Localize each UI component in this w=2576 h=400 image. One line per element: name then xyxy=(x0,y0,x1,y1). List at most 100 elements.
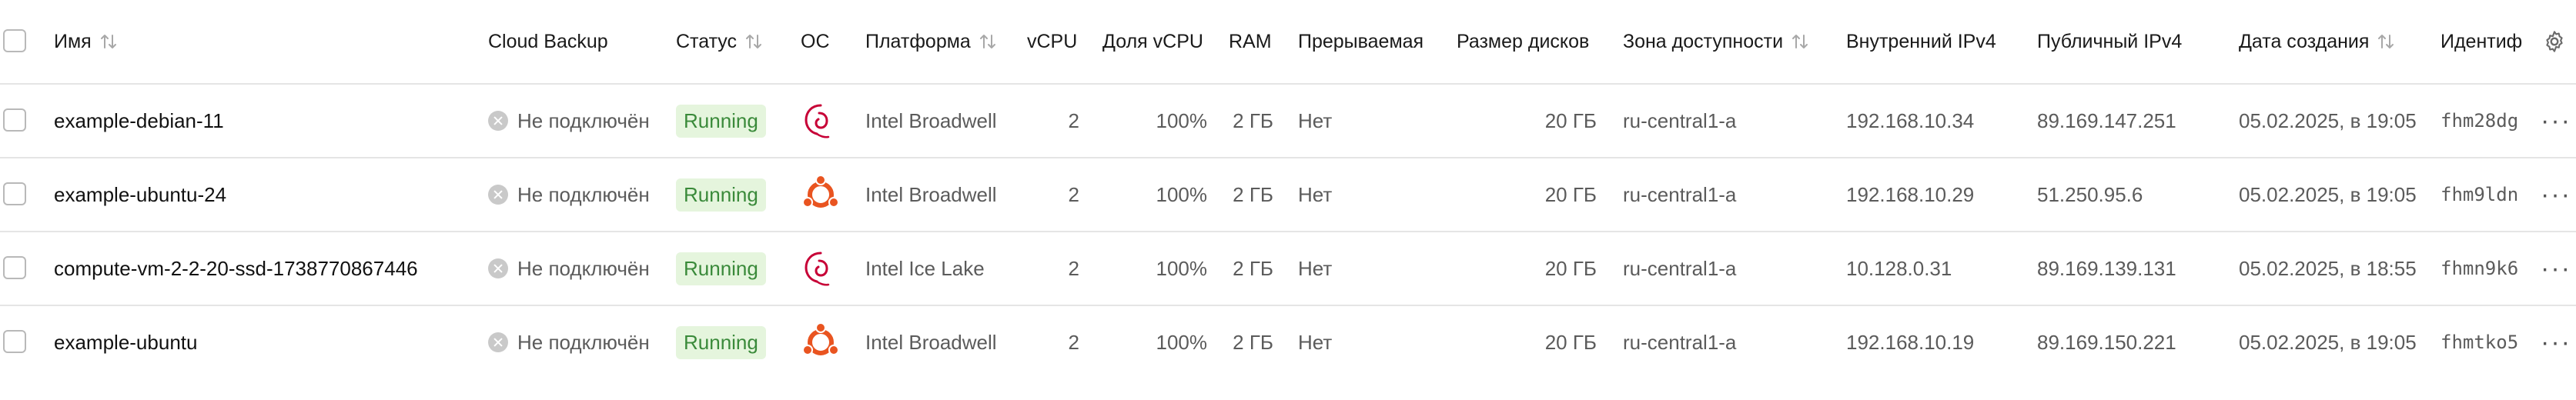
more-horizontal-icon[interactable]: ··· xyxy=(2541,232,2571,305)
table-row[interactable]: compute-vm-2-2-20-ssd-1738770867446 Не п… xyxy=(0,232,2576,306)
disk-size: 20 ГБ xyxy=(1544,108,1597,132)
ip-internal: 192.168.10.34 xyxy=(1846,108,1975,132)
vm-name[interactable]: example-ubuntu-24 xyxy=(54,158,226,231)
column-header-zone[interactable]: Зона доступности xyxy=(1623,0,1809,83)
ram: 2 ГБ xyxy=(1233,182,1273,206)
preemptible: Нет xyxy=(1298,330,1333,354)
status-cell: Running xyxy=(676,85,766,157)
column-header-label: Статус xyxy=(676,30,738,52)
row-checkbox[interactable] xyxy=(3,330,26,353)
backup-status-label: Не подключён xyxy=(517,256,650,280)
vm-id: fhm28dg xyxy=(2441,110,2519,132)
zone: ru-central1-a xyxy=(1623,182,1737,206)
row-checkbox-cell xyxy=(2,158,29,231)
column-header-created[interactable]: Дата создания xyxy=(2239,0,2395,83)
column-header-label: Доля vCPU xyxy=(1102,30,1203,52)
vm-table: Имя Cloud Backup Статус ОС Платформа vCP… xyxy=(0,0,2576,400)
vcpu-share: 100% xyxy=(1156,108,1208,132)
select-all-checkbox[interactable] xyxy=(3,29,26,52)
vcpu-share: 100% xyxy=(1156,182,1208,206)
column-header-status[interactable]: Статус xyxy=(676,0,763,83)
column-header-ip-public[interactable]: Публичный IPv4 xyxy=(2037,0,2182,83)
created-date: 05.02.2025, в 19:05 xyxy=(2239,330,2417,354)
row-checkbox-cell xyxy=(2,232,29,305)
column-header-name[interactable]: Имя xyxy=(54,0,118,83)
disk-size: 20 ГБ xyxy=(1544,182,1597,206)
column-header-label: Внутренний IPv4 xyxy=(1846,30,1996,52)
gear-icon[interactable] xyxy=(2542,0,2567,83)
row-checkbox-cell xyxy=(2,85,29,157)
column-header-platform[interactable]: Платформа xyxy=(865,0,997,83)
close-circle-icon xyxy=(488,111,508,131)
ip-public: 89.169.147.251 xyxy=(2037,108,2176,132)
column-header-label: Зона доступности xyxy=(1623,30,1784,52)
vm-name[interactable]: example-debian-11 xyxy=(54,85,224,157)
vcpu: 2 xyxy=(1068,182,1079,206)
close-circle-icon xyxy=(488,258,508,278)
disk-size: 20 ГБ xyxy=(1544,330,1597,354)
column-header-os[interactable]: ОС xyxy=(801,0,830,83)
close-circle-icon xyxy=(488,185,508,205)
sort-arrows-icon[interactable] xyxy=(979,32,997,51)
ip-internal: 192.168.10.29 xyxy=(1846,182,1975,206)
column-header-vcpu[interactable]: vCPU xyxy=(1027,0,1077,83)
table-row[interactable]: example-debian-11 Не подключён Running I… xyxy=(0,85,2576,158)
column-header-ram[interactable]: RAM xyxy=(1229,0,1272,83)
column-header-vcpu-share[interactable]: Доля vCPU xyxy=(1102,0,1203,83)
status-badge: Running xyxy=(676,178,766,212)
vm-name[interactable]: example-ubuntu xyxy=(54,306,197,378)
row-checkbox[interactable] xyxy=(3,182,26,205)
ip-internal: 10.128.0.31 xyxy=(1846,256,1952,280)
close-circle-icon xyxy=(488,332,508,352)
vm-name[interactable]: compute-vm-2-2-20-ssd-1738770867446 xyxy=(54,232,418,305)
status-badge: Running xyxy=(676,104,766,138)
table-row[interactable]: example-ubuntu-24 Не подключён Running I… xyxy=(0,158,2576,232)
backup-status-label: Не подключён xyxy=(517,182,650,206)
table-header: Имя Cloud Backup Статус ОС Платформа vCP… xyxy=(0,0,2576,85)
column-header-preemptible[interactable]: Прерываемая xyxy=(1298,0,1423,83)
column-header-label: Имя xyxy=(54,30,92,52)
column-header-label: Публичный IPv4 xyxy=(2037,30,2183,52)
column-header-id[interactable]: Идентиф xyxy=(2441,0,2556,83)
column-header-ip-internal[interactable]: Внутренний IPv4 xyxy=(1846,0,1996,83)
vcpu: 2 xyxy=(1068,256,1079,280)
row-checkbox-cell xyxy=(2,306,29,378)
created-date: 05.02.2025, в 19:05 xyxy=(2239,108,2417,132)
column-header-label: RAM xyxy=(1229,30,1272,52)
row-checkbox[interactable] xyxy=(3,256,26,279)
ip-public: 51.250.95.6 xyxy=(2037,182,2143,206)
backup-status: Не подключён xyxy=(488,232,650,305)
platform: Intel Ice Lake xyxy=(865,256,985,280)
select-all-cell xyxy=(2,0,29,83)
disk-size: 20 ГБ xyxy=(1544,256,1597,280)
column-header-label: Дата создания xyxy=(2239,30,2370,52)
column-header-label: Платформа xyxy=(865,30,971,52)
column-header-disk[interactable]: Размер дисков xyxy=(1457,0,1589,83)
sort-arrows-icon[interactable] xyxy=(744,32,763,51)
preemptible: Нет xyxy=(1298,256,1333,280)
more-horizontal-icon[interactable]: ··· xyxy=(2541,306,2571,378)
more-horizontal-icon[interactable]: ··· xyxy=(2541,158,2571,231)
sort-arrows-icon[interactable] xyxy=(2377,32,2395,51)
vcpu-share: 100% xyxy=(1156,256,1208,280)
table-row[interactable]: example-ubuntu Не подключён Running Inte… xyxy=(0,306,2576,378)
more-horizontal-icon[interactable]: ··· xyxy=(2541,85,2571,157)
vcpu: 2 xyxy=(1068,108,1079,132)
sort-arrows-icon[interactable] xyxy=(1791,32,1809,51)
ram: 2 ГБ xyxy=(1233,256,1273,280)
zone: ru-central1-a xyxy=(1623,256,1737,280)
zone: ru-central1-a xyxy=(1623,330,1737,354)
ip-public: 89.169.150.221 xyxy=(2037,330,2176,354)
column-header-backup[interactable]: Cloud Backup xyxy=(488,0,608,83)
row-checkbox[interactable] xyxy=(3,108,26,132)
column-header-label: vCPU xyxy=(1027,30,1078,52)
debian-logo-icon xyxy=(801,232,838,305)
backup-status: Не подключён xyxy=(488,306,650,378)
sort-arrows-icon[interactable] xyxy=(99,32,118,51)
column-header-label: Cloud Backup xyxy=(488,30,608,52)
ubuntu-logo-icon xyxy=(801,158,841,231)
platform: Intel Broadwell xyxy=(865,108,997,132)
vm-id: fhmn9k6 xyxy=(2441,258,2519,279)
vm-id: fhmtko5 xyxy=(2441,332,2519,353)
backup-status: Не подключён xyxy=(488,158,650,231)
